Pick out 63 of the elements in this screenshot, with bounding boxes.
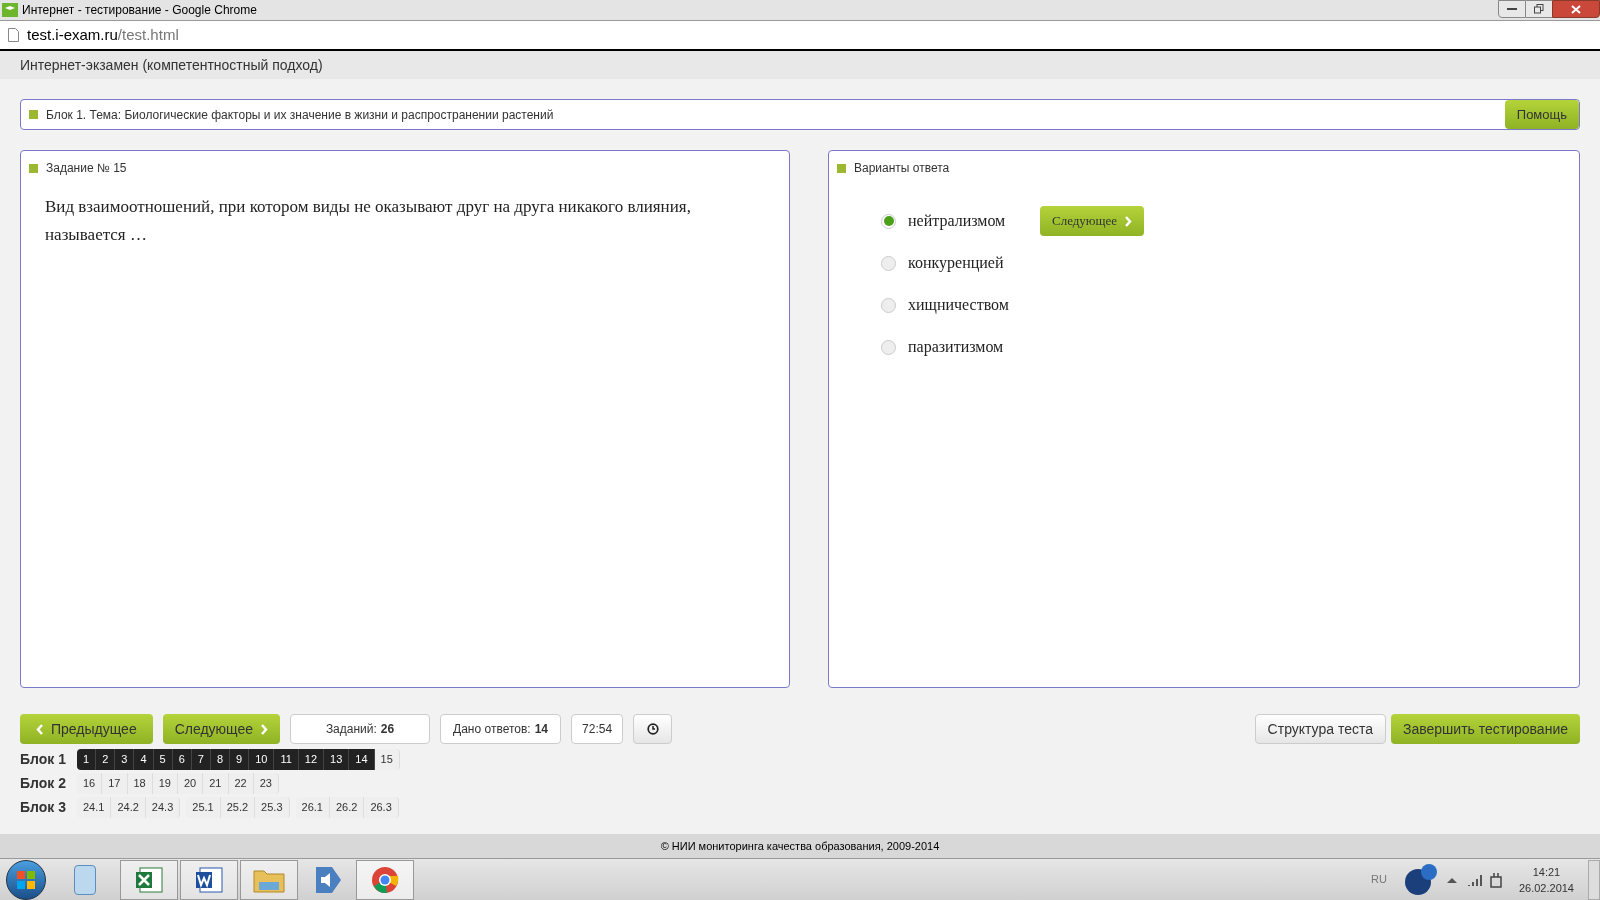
clock-icon: [646, 723, 659, 735]
task-number[interactable]: 14: [349, 749, 375, 770]
task-number[interactable]: 2: [96, 749, 116, 770]
page-header: Интернет-экзамен (компетентностный подход): [20, 55, 323, 75]
power-icon[interactable]: [1488, 871, 1503, 888]
answers-title: Варианты ответа: [854, 160, 950, 177]
windows-logo-icon: [16, 869, 36, 890]
page-icon: [8, 28, 19, 42]
close-icon: [1571, 4, 1581, 14]
task-number[interactable]: 11: [274, 749, 299, 770]
signal-icon[interactable]: [1466, 873, 1483, 886]
window-title: Интернет - тестирование - Google Chrome: [22, 2, 257, 19]
block-label: Блок 1: [20, 750, 67, 769]
tasks-count: Заданий: 26: [290, 714, 431, 744]
question-text: Вид взаимоотношений, при котором виды не оказывают друг на друга никакого влияния, называется …: [45, 196, 692, 246]
next-button[interactable]: Следующее: [1040, 206, 1145, 236]
previous-button[interactable]: Предыдущее: [20, 714, 153, 744]
topic-text: Блок 1. Тема: Биологические факторы и их значение в жизни и распространении растений: [46, 106, 554, 124]
browser-icon[interactable]: [356, 859, 414, 900]
task-title: Задание № 15: [46, 160, 127, 177]
clock-button[interactable]: [633, 714, 673, 744]
square-icon: [837, 163, 846, 173]
structure-button[interactable]: Структура теста: [1254, 714, 1386, 744]
minimize-icon: [1507, 7, 1517, 11]
next-button[interactable]: Следующее: [162, 714, 281, 744]
chevron-left-icon: [36, 723, 43, 735]
timer: 72:54: [571, 714, 624, 744]
footer-text: © НИИ мониторинга качества образования, 2009-2014: [660, 838, 940, 854]
block-label: Блок 3: [20, 798, 67, 817]
option-label[interactable]: хищничеством: [908, 293, 1016, 317]
address-bar[interactable]: test.i-exam.ru/test.html: [27, 23, 179, 47]
minimize-button[interactable]: [1498, 0, 1526, 18]
help-button[interactable]: Помощь: [1504, 100, 1579, 129]
finish-button[interactable]: Завершить тестирование: [1391, 714, 1580, 744]
chevron-right-icon: [261, 723, 269, 735]
start-button[interactable]: [6, 859, 46, 900]
radio-button[interactable]: [881, 255, 896, 271]
square-icon: [29, 163, 38, 173]
radio-button[interactable]: [881, 213, 896, 229]
task-number[interactable]: 9: [230, 749, 250, 770]
answered-count: Дано ответов: 14: [440, 714, 562, 744]
task-number[interactable]: 12: [298, 749, 325, 770]
document-icon[interactable]: [180, 859, 238, 900]
option-label[interactable]: паразитизмом: [908, 335, 1016, 359]
restore-icon: [1534, 4, 1544, 14]
square-icon: [29, 110, 38, 119]
task-number[interactable]: 10: [249, 749, 275, 770]
close-button[interactable]: [1552, 0, 1600, 18]
task-number[interactable]: 3: [115, 749, 135, 770]
app-icon: [2, 3, 18, 17]
caret-up-icon[interactable]: [1446, 876, 1457, 883]
task-number[interactable]: 13: [324, 749, 350, 770]
option-label[interactable]: нейтрализмом: [908, 209, 1016, 233]
task-number[interactable]: 1: [77, 749, 97, 770]
option-label[interactable]: конкуренцией: [908, 251, 1016, 275]
task-number[interactable]: 4: [134, 749, 154, 770]
radio-button[interactable]: [881, 339, 896, 355]
spreadsheet-icon[interactable]: [120, 859, 178, 900]
block-label: Блок 2: [20, 774, 67, 793]
restore-button[interactable]: [1526, 0, 1552, 18]
radio-button[interactable]: [881, 297, 896, 313]
chevron-right-icon: [1125, 215, 1133, 227]
clock[interactable]: 14:21 26.02.2014: [1518, 863, 1574, 896]
